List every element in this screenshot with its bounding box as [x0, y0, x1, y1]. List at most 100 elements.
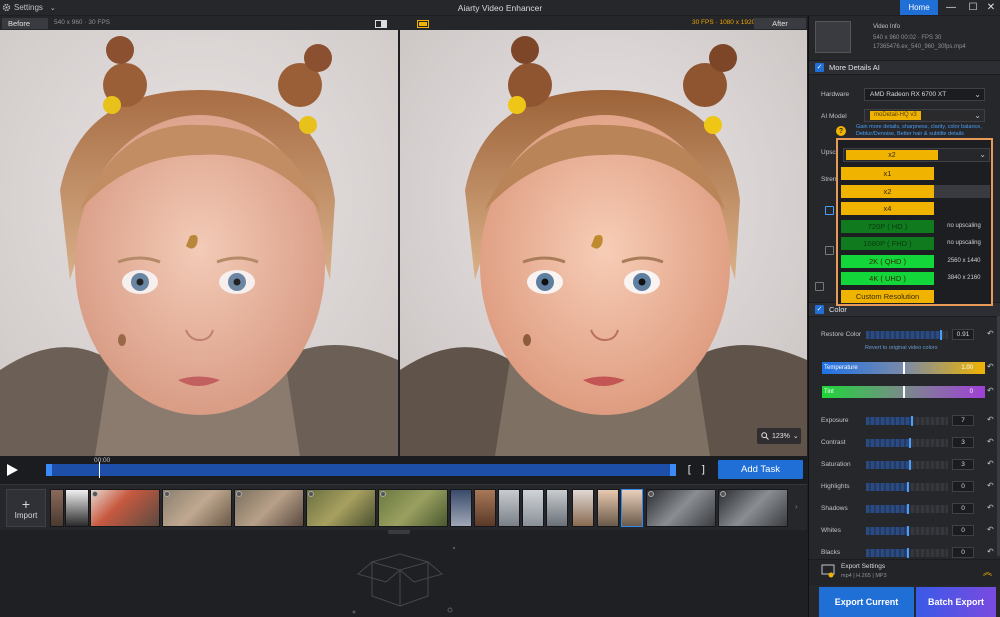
video-thumbnail[interactable] [646, 489, 716, 527]
video-thumbnail[interactable] [65, 489, 89, 527]
slider-track[interactable] [866, 460, 948, 470]
option-checkbox[interactable] [825, 246, 834, 255]
slider-value[interactable]: 0 [952, 503, 974, 514]
upscale-option[interactable]: 720P ( HD ) [841, 219, 934, 233]
video-thumbnail[interactable] [378, 489, 448, 527]
export-current-button[interactable]: Export Current [819, 587, 914, 617]
slider-track[interactable] [866, 482, 948, 492]
ai-model-select[interactable]: moDetail-HQ v3 ⌄ [864, 109, 985, 122]
close-icon[interactable]: ✕ [980, 0, 1000, 15]
shadows-slider[interactable]: Shadows 0 ↶ [809, 502, 1000, 516]
play-icon[interactable] [5, 463, 19, 477]
highlights-slider[interactable]: Highlights 0 ↶ [809, 480, 1000, 494]
upscale-option[interactable]: 4K ( UHD ) [841, 272, 934, 285]
reset-icon[interactable]: ↶ [987, 329, 994, 338]
color-checkbox[interactable]: ✓ [815, 305, 824, 314]
playhead[interactable] [99, 462, 100, 478]
trim-start-handle[interactable] [46, 464, 52, 476]
exposure-slider[interactable]: Exposure 7 ↶ [809, 414, 1000, 428]
upscale-option[interactable]: Custom Resolution [841, 289, 934, 303]
video-thumbnail[interactable] [234, 489, 304, 527]
temperature-knob[interactable] [903, 362, 905, 374]
video-thumbnail[interactable] [572, 489, 594, 527]
reset-icon[interactable]: ↶ [987, 547, 994, 556]
reset-icon[interactable]: ↶ [987, 415, 994, 424]
whites-slider[interactable]: Whites 0 ↶ [809, 524, 1000, 538]
saturation-slider[interactable]: Saturation 3 ↶ [809, 458, 1000, 472]
video-thumbnail[interactable] [162, 489, 232, 527]
slider-knob[interactable] [907, 548, 909, 558]
slider-knob[interactable] [907, 504, 909, 514]
slider-knob[interactable] [911, 416, 913, 426]
timeline-track[interactable] [46, 464, 676, 476]
video-thumbnail[interactable] [50, 489, 64, 527]
before-tab[interactable]: Before [2, 18, 48, 29]
option-checkbox[interactable] [825, 206, 834, 215]
restore-color-value[interactable]: 0.91 [952, 329, 974, 340]
blacks-slider[interactable]: Blacks 0 ↶ [809, 546, 1000, 560]
import-button[interactable]: + Import [6, 489, 46, 527]
more-details-checkbox[interactable]: ✓ [815, 63, 824, 72]
upscale-select[interactable]: x2 ⌄ [843, 148, 990, 162]
after-tab[interactable]: After [754, 18, 806, 29]
video-thumbnail[interactable] [306, 489, 376, 527]
reset-icon[interactable]: ↶ [987, 525, 994, 534]
slider-knob[interactable] [909, 460, 911, 470]
reset-icon[interactable]: ↶ [987, 362, 994, 371]
slider-track[interactable] [866, 526, 948, 536]
slider-track[interactable] [866, 416, 948, 426]
tint-knob[interactable] [903, 386, 905, 398]
reset-icon[interactable]: ↶ [987, 503, 994, 512]
video-thumbnail[interactable] [498, 489, 520, 527]
help-icon[interactable]: ? [836, 126, 846, 136]
temperature-slider[interactable]: Temperature 1.00 [822, 362, 985, 374]
video-thumbnail[interactable] [474, 489, 496, 527]
settings-menu[interactable]: Settings ⌄ [0, 3, 120, 12]
slider-value[interactable]: 0 [952, 525, 974, 536]
slider-value[interactable]: 0 [952, 547, 974, 558]
slider-knob[interactable] [907, 526, 909, 536]
panel-collapse-handle[interactable] [388, 530, 410, 534]
slider-knob[interactable] [907, 482, 909, 492]
tint-slider[interactable]: Tint 0 [822, 386, 985, 398]
upscale-option[interactable]: 2K ( QHD ) [841, 254, 934, 268]
slider-value[interactable]: 3 [952, 437, 974, 448]
slider-track[interactable] [866, 504, 948, 514]
slider-value[interactable]: 3 [952, 459, 974, 470]
upscale-option[interactable]: x4 [841, 202, 934, 215]
slider-value[interactable]: 7 [952, 415, 974, 426]
side-by-side-toggle[interactable] [408, 18, 438, 29]
slider-knob[interactable] [909, 438, 911, 448]
batch-export-button[interactable]: Batch Export [916, 587, 996, 617]
reset-icon[interactable]: ↶ [987, 437, 994, 446]
home-button[interactable]: Home [900, 0, 938, 15]
slider-track[interactable] [866, 438, 948, 448]
trim-end-handle[interactable] [670, 464, 676, 476]
mark-out-button[interactable]: ] [700, 463, 707, 476]
slider-track[interactable] [866, 548, 948, 558]
video-thumbnail[interactable] [90, 489, 160, 527]
export-settings[interactable]: Export Settings mp4 | H.265 | MP3 ︽ [809, 559, 1000, 585]
hardware-select[interactable]: AMD Radeon RX 6700 XT ⌄ [864, 88, 985, 101]
slider-value[interactable]: 0 [952, 481, 974, 492]
restore-color-track[interactable] [866, 330, 948, 340]
chevron-up-icon[interactable]: ︽ [983, 565, 992, 578]
chevron-right-icon[interactable]: › [795, 502, 798, 511]
minimize-icon[interactable]: — [940, 0, 962, 15]
more-details-section-header[interactable]: ✓ More Details AI [809, 60, 1000, 75]
video-thumbnail[interactable] [522, 489, 544, 527]
video-thumbnail[interactable] [597, 489, 619, 527]
upscale-option[interactable]: 1080P ( FHD ) [841, 237, 934, 250]
split-view-toggle[interactable] [366, 18, 396, 29]
zoom-control[interactable]: 123% ⌄ [757, 428, 801, 444]
reset-icon[interactable]: ↶ [987, 386, 994, 395]
drop-area[interactable] [0, 530, 807, 617]
video-thumbnail[interactable] [718, 489, 788, 527]
reset-icon[interactable]: ↶ [987, 481, 994, 490]
section-checkbox[interactable] [815, 282, 824, 291]
reset-icon[interactable]: ↶ [987, 459, 994, 468]
video-thumbnail-selected[interactable] [621, 489, 643, 527]
mark-in-button[interactable]: [ [686, 463, 693, 476]
video-thumbnail[interactable] [450, 489, 472, 527]
add-task-button[interactable]: Add Task [718, 460, 803, 479]
